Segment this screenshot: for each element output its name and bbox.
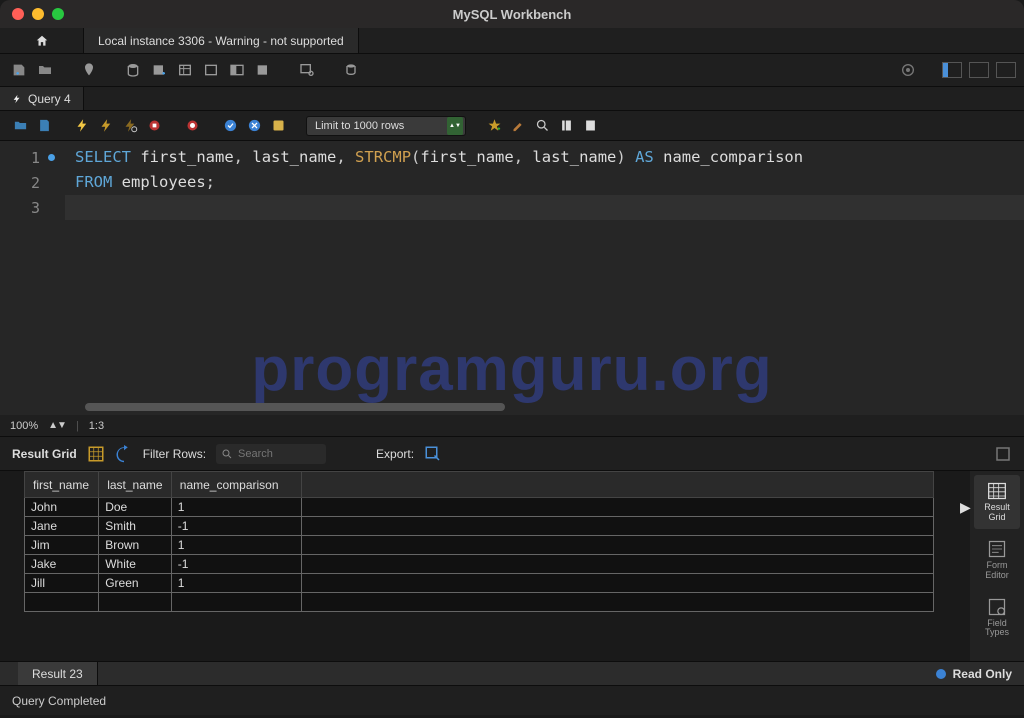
status-text: Query Completed bbox=[12, 694, 106, 708]
table-row[interactable] bbox=[25, 593, 934, 612]
server-icon[interactable] bbox=[340, 59, 362, 81]
zoom-arrows[interactable]: ▲▼ bbox=[48, 420, 66, 431]
editor-toolbar: Limit to 1000 rows ▲▼ bbox=[0, 111, 1024, 141]
table-row[interactable]: JakeWhite-1 bbox=[25, 555, 934, 574]
search-table-icon[interactable] bbox=[296, 59, 318, 81]
find-icon[interactable] bbox=[532, 116, 552, 136]
query-tab[interactable]: Query 4 bbox=[0, 87, 84, 110]
grid-icon bbox=[986, 481, 1008, 501]
main-toolbar bbox=[0, 54, 1024, 87]
cursor-pos: 1:3 bbox=[89, 420, 104, 432]
home-icon bbox=[34, 34, 50, 48]
refresh-icon[interactable] bbox=[115, 445, 133, 463]
result-toolbar: Result Grid Filter Rows: Export: bbox=[0, 437, 1024, 471]
fieldtype-icon bbox=[986, 597, 1008, 617]
no-limit-icon[interactable] bbox=[182, 116, 202, 136]
results-panel: first_name last_name name_comparison Joh… bbox=[0, 471, 1024, 661]
proc-icon[interactable] bbox=[226, 59, 248, 81]
side-tab-result-grid[interactable]: Result Grid bbox=[974, 475, 1020, 529]
connection-tab-label: Local instance 3306 - Warning - not supp… bbox=[98, 34, 344, 48]
connection-tabbar: Local instance 3306 - Warning - not supp… bbox=[0, 28, 1024, 54]
filter-label: Filter Rows: bbox=[143, 447, 206, 461]
side-arrow-icon[interactable]: ▶ bbox=[960, 499, 971, 516]
new-sql-tab-icon[interactable] bbox=[8, 59, 30, 81]
result-side-tabs: ▶ Result Grid Form Editor Field Types bbox=[970, 471, 1024, 661]
editor-code[interactable]: SELECT first_name, last_name, STRCMP(fir… bbox=[65, 141, 1024, 415]
wrap-cell-icon[interactable] bbox=[994, 445, 1012, 463]
table-row[interactable]: JimBrown1 bbox=[25, 536, 934, 555]
home-tab[interactable] bbox=[0, 28, 84, 53]
col-last-name[interactable]: last_name bbox=[99, 472, 172, 498]
statusbar: Query Completed bbox=[0, 685, 1024, 715]
beautify-icon[interactable] bbox=[508, 116, 528, 136]
editor-scrollbar[interactable] bbox=[85, 403, 505, 411]
db-add-icon[interactable] bbox=[148, 59, 170, 81]
form-icon bbox=[986, 539, 1008, 559]
readonly-indicator: Read Only bbox=[935, 667, 1012, 681]
panel-right-toggle[interactable] bbox=[996, 62, 1016, 78]
autocommit-icon[interactable] bbox=[268, 116, 288, 136]
search-icon bbox=[221, 448, 233, 460]
connection-tab[interactable]: Local instance 3306 - Warning - not supp… bbox=[84, 28, 359, 53]
titlebar: MySQL Workbench bbox=[0, 0, 1024, 28]
panel-bottom-toggle[interactable] bbox=[969, 62, 989, 78]
execute-current-icon[interactable] bbox=[96, 116, 116, 136]
commit-icon[interactable] bbox=[220, 116, 240, 136]
editor-gutter: 1 2 3 bbox=[0, 141, 65, 415]
query-tab-label: Query 4 bbox=[28, 92, 71, 106]
db-icon[interactable] bbox=[122, 59, 144, 81]
side-tab-field-types[interactable]: Field Types bbox=[974, 591, 1020, 645]
func-icon[interactable] bbox=[252, 59, 274, 81]
settings-gear-icon[interactable] bbox=[897, 59, 919, 81]
open-sql-file-icon[interactable] bbox=[34, 59, 56, 81]
export-icon[interactable] bbox=[424, 445, 442, 463]
view-icon[interactable] bbox=[200, 59, 222, 81]
execute-icon[interactable] bbox=[72, 116, 92, 136]
rollback-icon[interactable] bbox=[244, 116, 264, 136]
col-first-name[interactable]: first_name bbox=[25, 472, 99, 498]
panel-left-toggle[interactable] bbox=[942, 62, 962, 78]
para-icon[interactable] bbox=[556, 116, 576, 136]
maximize-button[interactable] bbox=[52, 8, 64, 20]
result-grid[interactable]: first_name last_name name_comparison Joh… bbox=[0, 471, 970, 661]
star-icon[interactable] bbox=[484, 116, 504, 136]
zoom-level[interactable]: 100% bbox=[10, 420, 38, 432]
table-row[interactable]: JohnDoe1 bbox=[25, 498, 934, 517]
window-title: MySQL Workbench bbox=[453, 7, 572, 22]
col-name-comparison[interactable]: name_comparison bbox=[171, 472, 301, 498]
result-tabbar: Result 23 Read Only bbox=[0, 661, 1024, 685]
row-limit-select[interactable]: Limit to 1000 rows ▲▼ bbox=[306, 116, 466, 136]
editor-statusbar: 100% ▲▼ | 1:3 bbox=[0, 415, 1024, 437]
open-file-icon[interactable] bbox=[10, 116, 30, 136]
explain-icon[interactable] bbox=[120, 116, 140, 136]
table-row[interactable]: JaneSmith-1 bbox=[25, 517, 934, 536]
side-tab-form-editor[interactable]: Form Editor bbox=[974, 533, 1020, 587]
table-icon[interactable] bbox=[174, 59, 196, 81]
stop-icon[interactable] bbox=[144, 116, 164, 136]
inspector-icon[interactable] bbox=[78, 59, 100, 81]
result-tab[interactable]: Result 23 bbox=[18, 662, 98, 685]
window-controls bbox=[0, 8, 64, 20]
close-button[interactable] bbox=[12, 8, 24, 20]
grid-view-icon[interactable] bbox=[87, 445, 105, 463]
query-tabbar: Query 4 bbox=[0, 87, 1024, 111]
info-icon bbox=[935, 668, 947, 680]
minimize-button[interactable] bbox=[32, 8, 44, 20]
col-empty bbox=[302, 472, 934, 498]
wrap-icon[interactable] bbox=[580, 116, 600, 136]
bolt-icon bbox=[12, 92, 22, 106]
table-row[interactable]: JillGreen1 bbox=[25, 574, 934, 593]
result-grid-label: Result Grid bbox=[12, 447, 77, 461]
sql-editor[interactable]: 1 2 3 SELECT first_name, last_name, STRC… bbox=[0, 141, 1024, 415]
save-file-icon[interactable] bbox=[34, 116, 54, 136]
row-limit-label: Limit to 1000 rows bbox=[315, 120, 404, 132]
export-label: Export: bbox=[376, 447, 414, 461]
